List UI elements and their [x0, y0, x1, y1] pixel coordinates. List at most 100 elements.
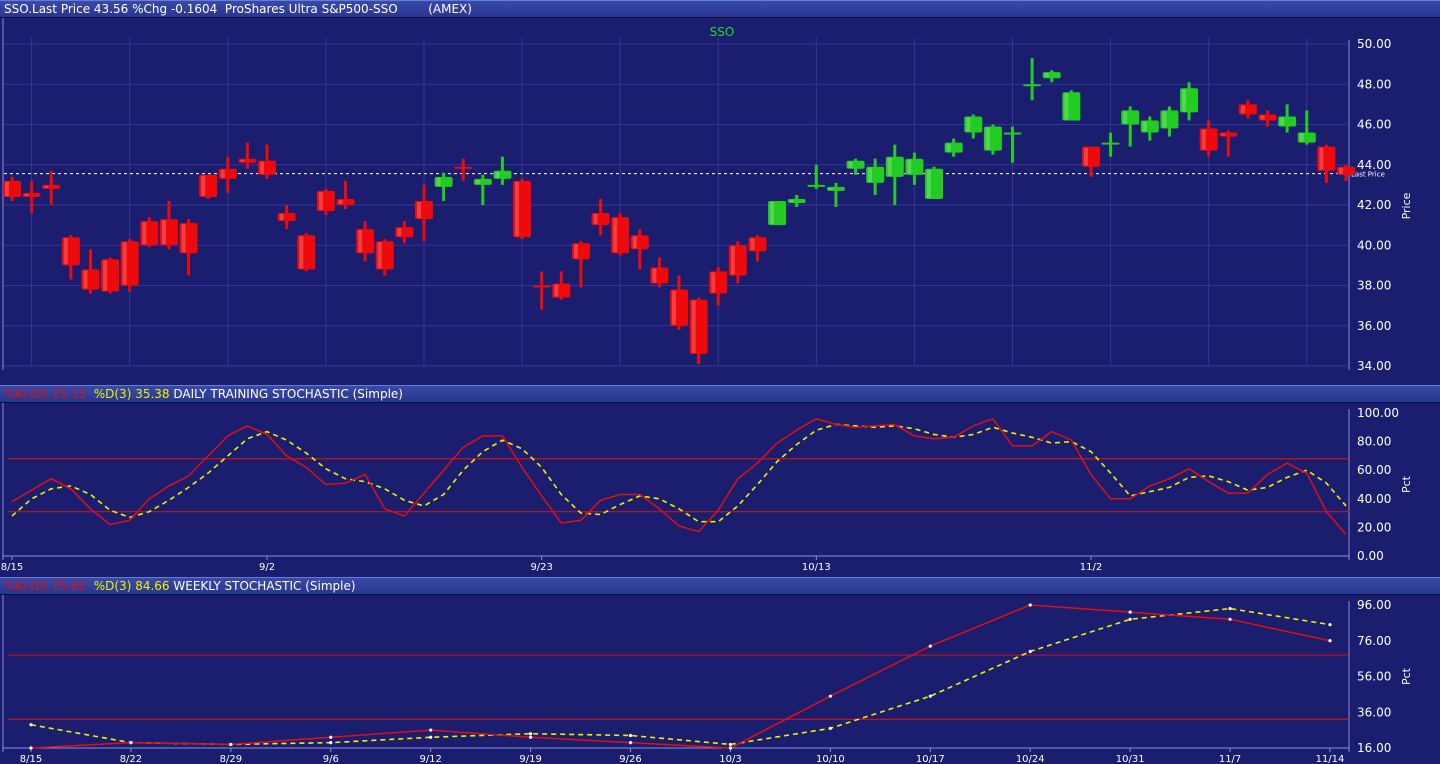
candle-highlight [672, 290, 676, 325]
y-tick-label: 34.00 [1357, 359, 1391, 373]
candle-highlight [416, 201, 421, 219]
candle [768, 200, 787, 226]
weekly-k-label: %K(10) [4, 579, 48, 593]
candle-highlight [770, 201, 775, 225]
weekly-d-label: %D(3) [93, 579, 132, 593]
series-d-point [429, 735, 433, 739]
candle-highlight [985, 127, 990, 150]
candle-highlight [495, 171, 500, 178]
candle-highlight [122, 242, 127, 285]
series-d-point [728, 742, 733, 747]
daily-d-label: %D(3) [93, 387, 132, 401]
x-tick-label: 9/23 [530, 562, 552, 573]
x-tick-label: 10/17 [916, 754, 945, 764]
weekly-k-value: 75.62 [51, 579, 87, 593]
candle-highlight [927, 169, 932, 198]
candle-highlight [181, 224, 186, 253]
candle [140, 217, 159, 248]
candle-highlight [515, 181, 520, 237]
y-tick-label: 48.00 [1357, 77, 1391, 91]
candle-highlight [24, 193, 29, 196]
y-tick-label: 20.00 [1357, 520, 1391, 534]
candle-highlight [63, 238, 68, 265]
candle-highlight [1123, 111, 1128, 124]
y-axis-label: Pct [1400, 667, 1413, 685]
pct-change-label: %Chg [132, 2, 168, 16]
candle-highlight [318, 191, 323, 211]
candle-highlight [691, 300, 696, 353]
daily-stochastic-chart[interactable]: 100.00 80.00 60.00 40.00 20.00 0.00 Pct 8/15 9/2… [0, 403, 1440, 577]
price-chart[interactable]: 50.0048.0046.0044.0042.0040.0038.0036.00… [0, 18, 1440, 385]
series-k-point [728, 746, 733, 750]
candle-highlight [103, 260, 108, 291]
candle-highlight [475, 179, 480, 184]
x-tick-label: 10/13 [802, 562, 831, 573]
x-tick-label: 9/2 [259, 562, 275, 573]
y-tick-label: 40.00 [1357, 492, 1391, 506]
candle [199, 174, 218, 199]
x-tick-label: 8/29 [220, 754, 242, 764]
series-d-point [529, 732, 533, 736]
x-tick-label: 10/10 [816, 754, 845, 764]
series-k-point [529, 735, 533, 739]
candle-highlight [5, 181, 9, 196]
candle-highlight [1280, 117, 1285, 126]
candle-highlight [613, 218, 618, 253]
x-tick-label: 9/12 [419, 754, 441, 764]
candle-highlight [789, 199, 794, 202]
panel-background [0, 18, 1440, 385]
candle-body [1023, 84, 1042, 87]
candle-highlight [299, 236, 304, 269]
series-d-point [1228, 606, 1232, 611]
candle-highlight [260, 161, 265, 174]
candle-highlight [750, 238, 755, 251]
candle-highlight [436, 177, 441, 186]
symbol-label: SSO.Last Price [4, 2, 91, 16]
candle [611, 213, 630, 256]
candle-highlight [1260, 115, 1265, 120]
candle-highlight [1339, 167, 1343, 174]
candle-highlight [573, 244, 578, 259]
series-d-point [1128, 617, 1132, 621]
series-d-point [928, 694, 932, 698]
series-d-point [1328, 623, 1332, 627]
candle-highlight [44, 185, 49, 188]
x-tick-label: 10/3 [719, 754, 741, 764]
series-k-point [229, 742, 233, 747]
series-k-point [429, 728, 433, 732]
series-k-point [29, 746, 33, 750]
candle-highlight [887, 157, 892, 176]
series-k-point [828, 694, 832, 698]
security-name: ProShares Ultra S&P500-SSO [224, 2, 398, 16]
series-d-point [29, 723, 33, 727]
x-tick-label: 10/24 [1016, 754, 1045, 764]
candle-highlight [1044, 73, 1049, 78]
candle-highlight [161, 220, 166, 245]
series-d-point [329, 741, 333, 745]
candle-highlight [1201, 129, 1206, 150]
candle-highlight [632, 236, 637, 249]
candle-highlight [554, 284, 559, 297]
candle-highlight [946, 143, 951, 152]
candle-highlight [868, 167, 873, 182]
candle-highlight [1240, 105, 1245, 114]
y-axis-label: Price [1400, 192, 1413, 219]
candle-highlight [848, 161, 853, 168]
y-tick-label: 56.00 [1357, 670, 1391, 684]
x-tick-label: 9/26 [619, 754, 641, 764]
x-tick-label: 9/19 [519, 754, 541, 764]
y-tick-label: 46.00 [1357, 118, 1391, 132]
daily-title: DAILY TRAINING STOCHASTIC (Simple) [173, 387, 403, 401]
x-tick-label: 11/2 [1080, 562, 1102, 573]
x-tick-label: 9/6 [323, 754, 339, 764]
y-tick-label: 16.00 [1357, 741, 1391, 755]
weekly-d-value: 84.66 [135, 579, 170, 593]
x-tick-label: 8/15 [1, 562, 23, 573]
series-k-point [1228, 617, 1232, 621]
candle [101, 257, 120, 294]
candle-highlight [142, 222, 147, 245]
candle-highlight [220, 169, 225, 178]
weekly-stochastic-chart[interactable]: 96.00 76.00 56.00 36.00 16.00 Pct 8/15 8/22 8/29… [0, 595, 1440, 764]
x-tick-label: 11/7 [1219, 754, 1241, 764]
weekly-title: WEEKLY STOCHASTIC (Simple) [173, 579, 356, 593]
